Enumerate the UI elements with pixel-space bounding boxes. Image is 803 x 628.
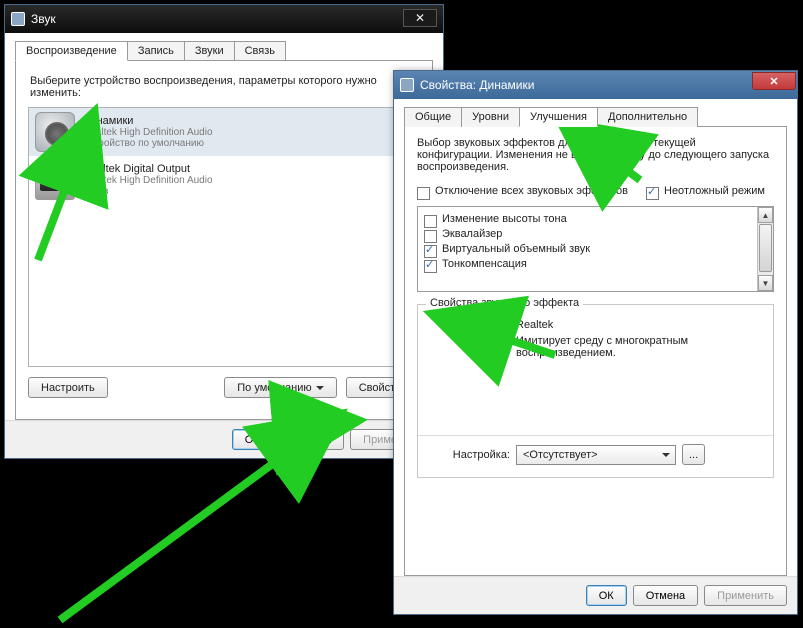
effect-label: Эквалайзер bbox=[442, 228, 502, 240]
desc-label: Описание: bbox=[430, 335, 510, 359]
device-driver: Realtek High Definition Audio bbox=[83, 175, 213, 186]
effect-label: Тонкомпенсация bbox=[442, 258, 527, 270]
set-default-button[interactable]: По умолчанию bbox=[224, 377, 336, 398]
tab-enhancements[interactable]: Улучшения bbox=[519, 107, 598, 127]
props-title-icon bbox=[400, 78, 414, 92]
urgent-mode-label: Неотложный режим bbox=[664, 185, 765, 197]
effect-properties-group: Свойства звукового эффекта Поставщик: Re… bbox=[417, 304, 774, 478]
sound-title-icon bbox=[11, 12, 25, 26]
sound-tabs: Воспроизведение Запись Звуки Связь bbox=[15, 41, 433, 61]
apply-button[interactable]: Применить bbox=[704, 585, 787, 606]
tab-general[interactable]: Общие bbox=[404, 107, 462, 127]
effect-pitch[interactable]: Изменение высоты тона bbox=[424, 213, 769, 226]
effect-label: Виртуальный объемный звук bbox=[442, 243, 590, 255]
device-name: Realtek Digital Output bbox=[83, 163, 213, 175]
props-titlebar: Свойства: Динамики ✕ bbox=[394, 71, 797, 99]
effect-virtual-surround[interactable]: Виртуальный объемный звук bbox=[424, 243, 769, 256]
configure-button[interactable]: Настроить bbox=[28, 377, 108, 398]
device-item-digital[interactable]: Realtek Digital Output Realtek High Defi… bbox=[29, 156, 419, 204]
close-icon[interactable]: ✕ bbox=[403, 9, 437, 27]
vendor-label: Поставщик: bbox=[430, 319, 510, 331]
effect-label: Изменение высоты тона bbox=[442, 213, 567, 225]
device-list[interactable]: Динамики Realtek High Definition Audio У… bbox=[28, 107, 420, 367]
device-name: Динамики bbox=[83, 115, 213, 127]
effects-scrollbar[interactable]: ▲ ▼ bbox=[757, 207, 773, 291]
vendor-value: Realtek bbox=[516, 319, 761, 331]
device-driver: Realtek High Definition Audio bbox=[83, 127, 213, 138]
setting-combo[interactable]: <Отсутствует> bbox=[516, 445, 676, 465]
setting-label: Настройка: bbox=[430, 449, 510, 461]
device-item-speakers[interactable]: Динамики Realtek High Definition Audio У… bbox=[29, 108, 419, 156]
sound-titlebar: Звук ✕ bbox=[5, 5, 443, 33]
scroll-up-icon[interactable]: ▲ bbox=[758, 207, 773, 223]
speaker-icon bbox=[35, 112, 75, 152]
instructions-text: Выберите устройство воспроизведения, пар… bbox=[30, 75, 418, 99]
setting-ellipsis-button[interactable]: ... bbox=[682, 444, 705, 465]
tab-advanced[interactable]: Дополнительно bbox=[597, 107, 698, 127]
tab-recording[interactable]: Запись bbox=[127, 41, 185, 61]
tab-sounds[interactable]: Звуки bbox=[184, 41, 235, 61]
effects-list[interactable]: Изменение высоты тона Эквалайзер Виртуал… bbox=[417, 206, 774, 292]
disable-all-effects-checkbox[interactable]: Отключение всех звуковых эффектов bbox=[417, 185, 628, 198]
scroll-thumb[interactable] bbox=[759, 224, 772, 272]
device-status: Готов bbox=[83, 186, 213, 197]
disable-all-label: Отключение всех звуковых эффектов bbox=[435, 185, 628, 197]
ok-button[interactable]: ОК bbox=[586, 585, 627, 606]
props-title: Свойства: Динамики bbox=[420, 78, 534, 92]
setting-value: <Отсутствует> bbox=[523, 449, 598, 461]
enhancements-desc: Выбор звуковых эффектов для применения к… bbox=[417, 137, 774, 173]
ok-button[interactable]: ОК bbox=[232, 429, 273, 450]
urgent-mode-checkbox[interactable]: Неотложный режим bbox=[646, 185, 765, 198]
cancel-button[interactable]: Отмена bbox=[633, 585, 698, 606]
group-title: Свойства звукового эффекта bbox=[426, 297, 583, 309]
device-status: Устройство по умолчанию bbox=[83, 138, 213, 149]
close-icon[interactable]: ✕ bbox=[752, 72, 796, 90]
props-tabs: Общие Уровни Улучшения Дополнительно bbox=[404, 107, 787, 127]
cancel-button[interactable]: Отмена bbox=[279, 429, 344, 450]
tab-comm[interactable]: Связь bbox=[234, 41, 286, 61]
default-check-icon bbox=[62, 139, 78, 155]
effect-loudness[interactable]: Тонкомпенсация bbox=[424, 258, 769, 271]
tab-levels[interactable]: Уровни bbox=[461, 107, 520, 127]
tab-playback[interactable]: Воспроизведение bbox=[15, 41, 128, 61]
sound-title: Звук bbox=[31, 12, 56, 26]
desc-value: Имитирует среду с многократным воспроизв… bbox=[516, 335, 761, 359]
digital-output-icon bbox=[35, 160, 75, 200]
scroll-down-icon[interactable]: ▼ bbox=[758, 275, 773, 291]
effect-equalizer[interactable]: Эквалайзер bbox=[424, 228, 769, 241]
